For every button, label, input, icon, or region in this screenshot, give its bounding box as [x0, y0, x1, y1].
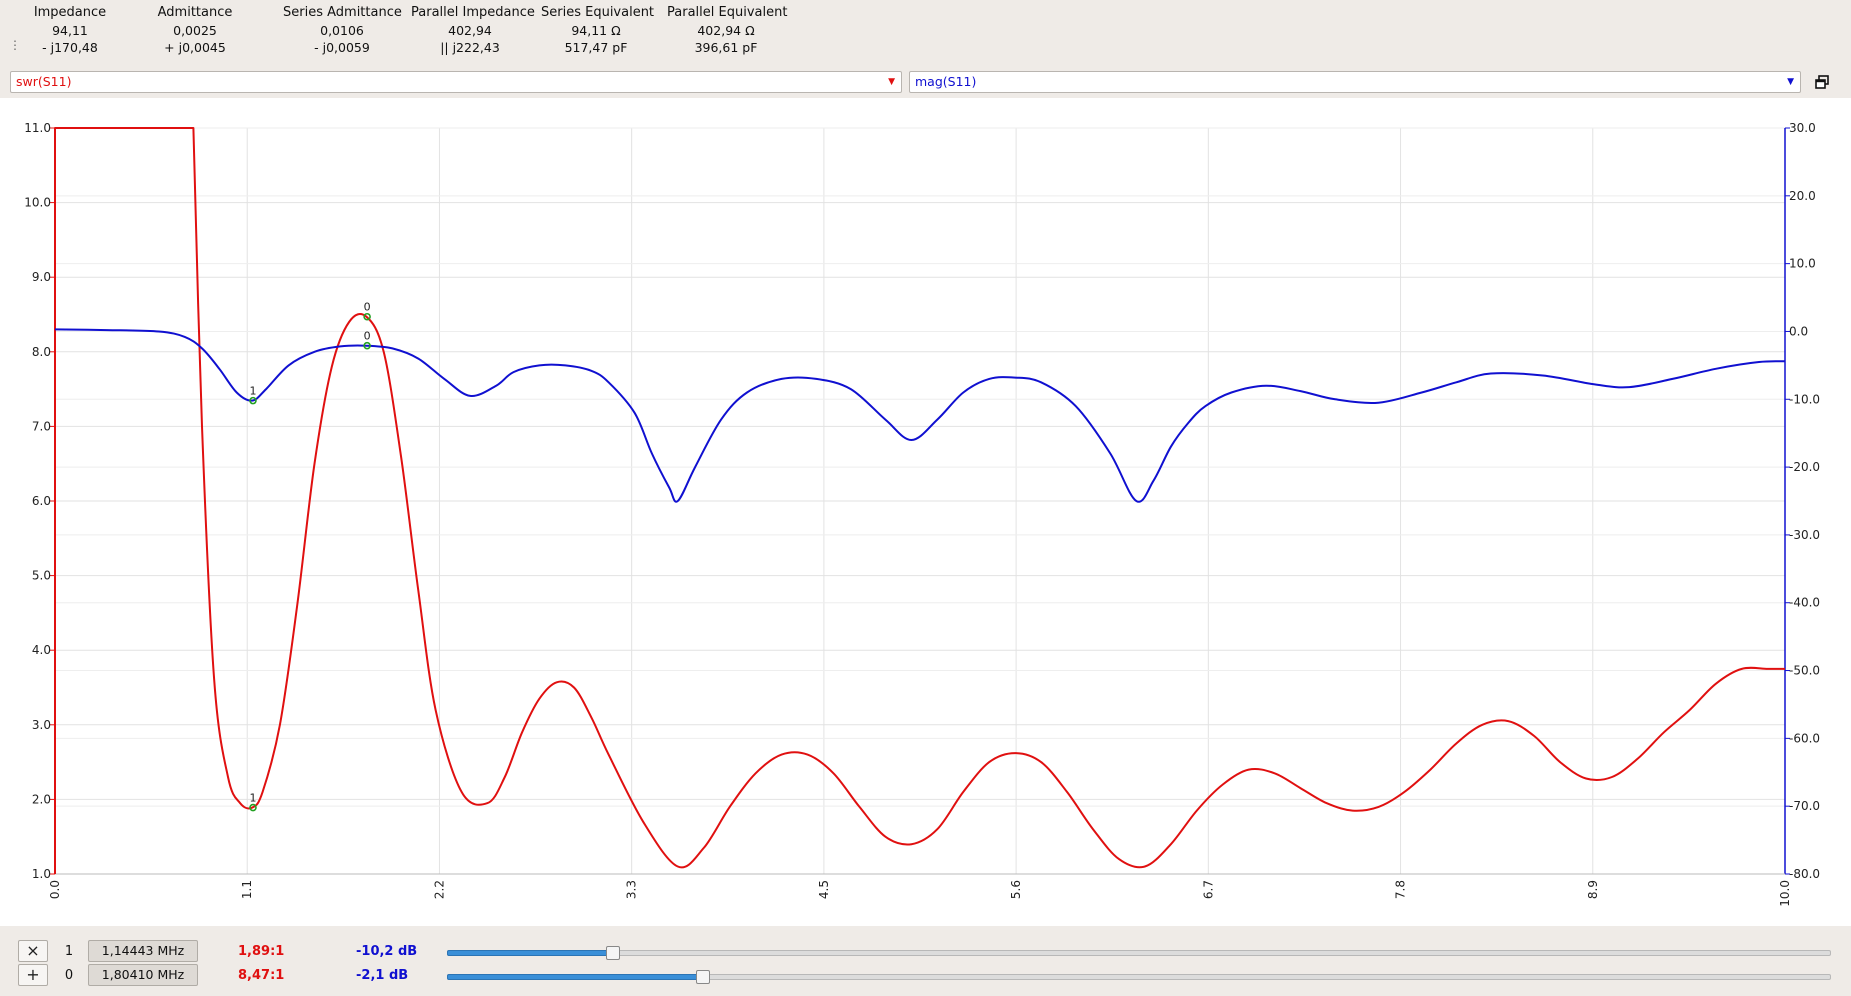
x-tick-label: 1.1 — [240, 880, 254, 899]
slider-fill — [447, 950, 614, 956]
y-left-tick-label: 2.0 — [32, 792, 51, 806]
column-value: 0,0025 — [173, 23, 217, 38]
y-left-tick-label: 3.0 — [32, 718, 51, 732]
marker-label: 0 — [364, 301, 371, 314]
y-left-tick-label: 1.0 — [32, 867, 51, 881]
y-left-tick-label: 8.0 — [32, 345, 51, 359]
y-left-tick-label: 4.0 — [32, 643, 51, 657]
y-right-tick-label: 20.0 — [1789, 189, 1816, 203]
y-right-tick-label: -10.0 — [1789, 392, 1820, 406]
x-tick-label: 2.2 — [432, 880, 446, 899]
marker-number: 0 — [64, 968, 74, 983]
x-tick-label: 3.3 — [625, 880, 639, 899]
y-left-tick-label: 9.0 — [32, 270, 51, 284]
y-right-tick-label: 0.0 — [1789, 324, 1808, 338]
column-header: Impedance — [33, 5, 107, 20]
left-trace-select[interactable]: swr(S11) ▼ — [10, 71, 902, 93]
marker-slider[interactable] — [447, 964, 1831, 988]
impedance-column: Impedance 94,11 - j170,48 — [28, 4, 112, 56]
series-admittance-column: Series Admittance 0,0106 - j0,0059 — [283, 4, 402, 56]
marker-swr-value: 1,89:1 — [238, 944, 285, 959]
y-left-tick-label: 10.0 — [24, 196, 51, 210]
x-tick-label: 5.6 — [1009, 880, 1023, 899]
x-tick-label: 7.8 — [1394, 880, 1408, 899]
x-tick-label: 4.5 — [817, 880, 831, 899]
marker-swr-value: 8,47:1 — [238, 968, 285, 983]
undock-window-icon[interactable] — [1814, 74, 1830, 90]
y-right-tick-label: -30.0 — [1789, 528, 1820, 542]
remove-marker-button[interactable]: × — [18, 940, 48, 962]
x-tick-label: 8.9 — [1586, 880, 1600, 899]
marker-label: 1 — [249, 385, 256, 398]
slider-groove — [447, 950, 1831, 956]
marker-row: + 0 1,80410 MHz 8,47:1 -2,1 dB — [0, 964, 1851, 988]
parallel-equivalent-column: Parallel Equivalent 402,94 Ω 396,61 pF — [667, 4, 788, 56]
column-header: Parallel Impedance — [411, 5, 535, 20]
marker-mag-value: -10,2 dB — [356, 944, 418, 959]
marker-frequency-field[interactable]: 1,80410 MHz — [88, 964, 198, 986]
y-left-tick-label: 5.0 — [32, 569, 51, 583]
y-right-tick-label: -50.0 — [1789, 664, 1820, 678]
column-value: 517,47 pF — [564, 40, 628, 55]
marker-number: 1 — [64, 944, 74, 959]
column-header: Parallel Equivalent — [667, 5, 788, 20]
column-value: || j222,43 — [440, 40, 500, 55]
chart: 0.0 1.1 2.2 3.3 4.5 5.6 6.7 7.8 8.9 10.011.010.09… — [24, 121, 1820, 907]
x-tick-label: 0.0 — [48, 880, 62, 899]
add-marker-button[interactable]: + — [18, 964, 48, 986]
slider-fill — [447, 974, 704, 980]
x-tick-label: 10.0 — [1778, 880, 1792, 907]
y-left-tick-label: 11.0 — [24, 121, 51, 135]
column-header: Series Admittance — [283, 5, 402, 20]
y-left-tick-label: 7.0 — [32, 419, 51, 433]
column-value: + j0,0045 — [164, 40, 226, 55]
x-tick-label: 6.7 — [1201, 880, 1215, 899]
y-left-tick-label: 6.0 — [32, 494, 51, 508]
y-right-tick-label: -80.0 — [1789, 867, 1820, 881]
y-right-tick-label: -20.0 — [1789, 460, 1820, 474]
marker-label: 0 — [364, 330, 371, 343]
column-header: Series Equivalent — [541, 5, 655, 20]
info-panel: Impedance 94,11 - j170,48 Admittance 0,0… — [0, 0, 1851, 64]
column-value: 94,11 — [52, 23, 88, 38]
y-right-tick-label: 10.0 — [1789, 257, 1816, 271]
right-trace-select[interactable]: mag(S11) ▼ — [909, 71, 1801, 93]
marker-row: × 1 1,14443 MHz 1,89:1 -10,2 dB — [0, 940, 1851, 964]
y-right-tick-label: -40.0 — [1789, 596, 1820, 610]
column-header: Admittance — [157, 5, 233, 20]
splitter-grip-icon[interactable]: ⋮ — [9, 39, 21, 51]
column-value: 402,94 — [448, 23, 492, 38]
slider-handle[interactable] — [605, 946, 620, 960]
y-right-tick-label: -70.0 — [1789, 799, 1820, 813]
marker-slider[interactable] — [447, 940, 1831, 964]
left-trace-value: swr(S11) — [16, 74, 72, 89]
admittance-column: Admittance 0,0025 + j0,0045 — [150, 4, 240, 56]
y-right-tick-label: -60.0 — [1789, 731, 1820, 745]
parallel-impedance-column: Parallel Impedance 402,94 || j222,43 — [411, 4, 535, 56]
column-value: - j170,48 — [42, 40, 98, 55]
plot-area[interactable]: 0.0 1.1 2.2 3.3 4.5 5.6 6.7 7.8 8.9 10.0 11.0 10.0 9… — [0, 98, 1851, 926]
y-right-tick-label: 30.0 — [1789, 121, 1816, 135]
column-value: 402,94 Ω — [697, 23, 755, 38]
column-value: 0,0106 — [320, 23, 364, 38]
chevron-down-icon: ▼ — [1787, 77, 1794, 87]
column-value: 94,11 Ω — [571, 23, 621, 38]
marker-frequency-field[interactable]: 1,14443 MHz — [88, 940, 198, 962]
right-trace-value: mag(S11) — [915, 74, 977, 89]
series-equivalent-column: Series Equivalent 94,11 Ω 517,47 pF — [541, 4, 655, 56]
marker-panel: × 1 1,14443 MHz 1,89:1 -10,2 dB + 0 1,80… — [0, 928, 1851, 996]
marker-label: 1 — [249, 792, 256, 805]
mag-series-line — [54, 328, 1786, 503]
column-value: 396,61 pF — [694, 40, 758, 55]
column-value: - j0,0059 — [314, 40, 370, 55]
chevron-down-icon: ▼ — [888, 77, 895, 87]
marker-mag-value: -2,1 dB — [356, 968, 409, 983]
slider-handle[interactable] — [695, 970, 710, 984]
